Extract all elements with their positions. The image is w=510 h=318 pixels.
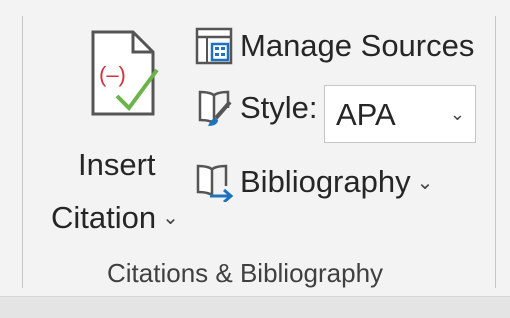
chevron-down-icon: ⌄ <box>416 171 434 194</box>
chevron-down-icon: ⌄ <box>162 207 179 229</box>
chevron-down-icon[interactable]: ⌄ <box>450 104 465 125</box>
bibliography-button[interactable]: Bibliography ⌄ <box>194 162 433 202</box>
insert-citation-label-line1: Insert <box>78 147 156 182</box>
manage-sources-button[interactable]: Manage Sources <box>194 26 474 66</box>
style-value: APA <box>336 97 396 132</box>
group-label: Citations & Bibliography <box>107 258 384 288</box>
insert-citation-button[interactable]: (–) Insert Citation ⌄ <box>44 16 186 238</box>
manage-sources-icon <box>195 27 233 65</box>
citation-mark: (–) <box>99 62 126 87</box>
bibliography-icon <box>196 164 234 202</box>
style-dropdown[interactable]: APA ⌄ <box>324 85 476 143</box>
style-label: Style: <box>240 90 318 125</box>
insert-citation-label: Citation <box>51 200 157 235</box>
group-divider-left <box>22 16 23 288</box>
manage-sources-label: Manage Sources <box>240 28 475 63</box>
style-control: Style: <box>194 88 318 128</box>
insert-citation-icon: (–) <box>91 30 159 116</box>
insert-citation-label-line2: Citation ⌄ <box>51 200 179 236</box>
style-brush-icon <box>198 90 232 126</box>
group-divider-right <box>495 16 496 288</box>
bibliography-label: Bibliography <box>240 164 411 199</box>
ribbon-bottom-edge <box>0 296 510 318</box>
